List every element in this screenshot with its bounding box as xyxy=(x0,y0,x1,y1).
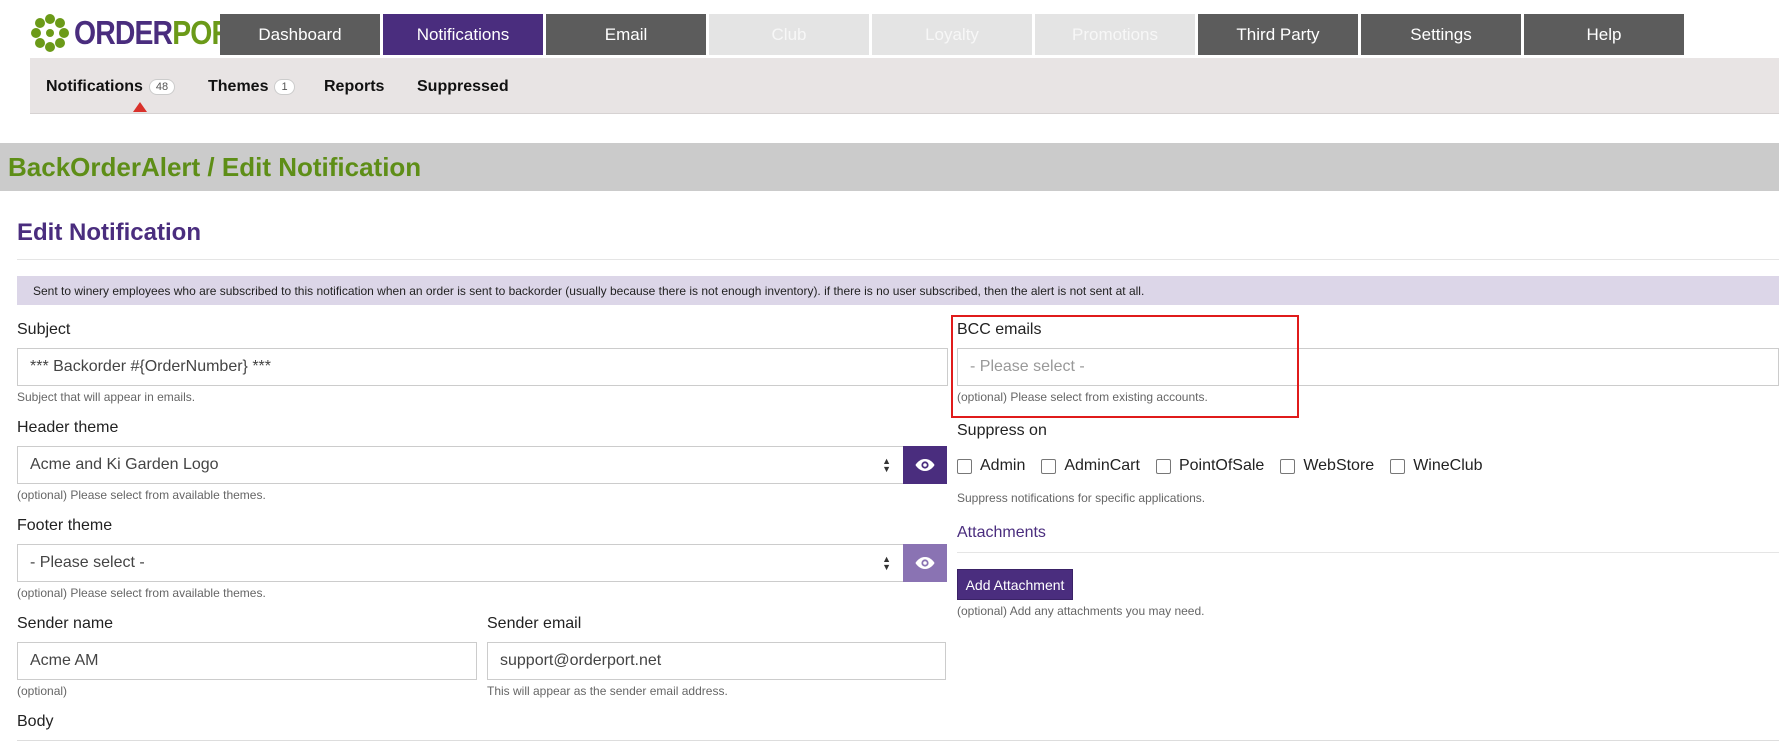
nav-tab-email[interactable]: Email xyxy=(546,14,706,55)
suppress-on-label: Suppress on xyxy=(957,422,1047,439)
nav-tab-notifications[interactable]: Notifications xyxy=(383,14,543,55)
footer-theme-value: - Please select - xyxy=(30,554,145,571)
checkbox-icon[interactable] xyxy=(1041,458,1057,474)
subnav-notifications[interactable]: Notifications 48 xyxy=(46,78,176,96)
subject-help: Subject that will appear in emails. xyxy=(17,390,196,404)
sender-name-input[interactable]: Acme AM xyxy=(17,642,477,680)
suppress-admin-label: Admin xyxy=(980,457,1026,474)
nav-tab-help[interactable]: Help xyxy=(1524,14,1684,55)
subnav-reports-label: Reports xyxy=(324,78,385,95)
header-theme-select[interactable]: Acme and Ki Garden Logo ▲ ▼ xyxy=(17,446,904,484)
section-title: Edit Notification xyxy=(17,219,201,246)
sender-name-help: (optional) xyxy=(17,684,68,698)
page-title-band: BackOrderAlert / Edit Notification xyxy=(0,143,1779,191)
suppress-webstore-label: WebStore xyxy=(1303,457,1375,474)
suppress-on-checkboxes: Admin AdminCart PointOfSale WebStore Win… xyxy=(957,457,1499,475)
active-tab-caret-icon xyxy=(133,102,147,112)
section-divider xyxy=(17,259,1779,260)
nav-tab-settings[interactable]: Settings xyxy=(1361,14,1521,55)
header-theme-preview-button[interactable] xyxy=(903,446,947,484)
subject-label: Subject xyxy=(17,321,71,338)
footer-theme-help: (optional) Please select from available … xyxy=(17,586,266,600)
suppress-admincart-label: AdminCart xyxy=(1064,457,1140,474)
suppress-admincart-checkbox[interactable]: AdminCart xyxy=(1041,457,1140,475)
subnav-themes-label: Themes xyxy=(208,78,269,95)
header-theme-help: (optional) Please select from available … xyxy=(17,488,266,502)
sender-email-input[interactable]: support@orderport.net xyxy=(487,642,946,680)
sender-email-label: Sender email xyxy=(487,615,582,632)
checkbox-icon[interactable] xyxy=(957,458,972,474)
suppress-on-help: Suppress notifications for specific appl… xyxy=(957,491,1206,505)
suppress-wineclub-checkbox[interactable]: WineClub xyxy=(1390,457,1483,475)
suppress-pointofsale-checkbox[interactable]: PointOfSale xyxy=(1155,457,1265,475)
suppress-wineclub-label: WineClub xyxy=(1413,457,1483,474)
checkbox-icon[interactable] xyxy=(1280,458,1296,474)
nav-tab-promotions: Promotions xyxy=(1035,14,1195,55)
sender-name-label: Sender name xyxy=(17,615,114,632)
bcc-highlight-box xyxy=(951,315,1299,418)
select-arrows-icon: ▲ ▼ xyxy=(882,554,891,572)
page-title: BackOrderAlert / Edit Notification xyxy=(8,152,422,182)
subnav-suppressed-label: Suppressed xyxy=(417,78,509,95)
subject-input[interactable]: *** Backorder #{OrderNumber} *** xyxy=(17,348,948,386)
nav-tab-third-party[interactable]: Third Party xyxy=(1198,14,1358,55)
suppress-admin-checkbox[interactable]: Admin xyxy=(957,457,1025,475)
sub-nav: Notifications 48 Themes 1 Reports Suppre… xyxy=(30,58,1779,114)
info-banner: Sent to winery employees who are subscri… xyxy=(17,276,1779,305)
checkbox-icon[interactable] xyxy=(1390,458,1406,474)
footer-theme-label: Footer theme xyxy=(17,517,113,534)
attachments-help: (optional) Add any attachments you may n… xyxy=(957,604,1205,618)
flower-logo-icon xyxy=(31,14,69,52)
suppress-webstore-checkbox[interactable]: WebStore xyxy=(1280,457,1374,475)
notifications-count-badge: 48 xyxy=(148,79,176,95)
attachments-divider xyxy=(957,552,1779,553)
themes-count-badge: 1 xyxy=(274,79,295,95)
body-editor-top-border xyxy=(17,740,1779,741)
footer-theme-preview-button[interactable] xyxy=(903,544,947,582)
attachments-title: Attachments xyxy=(957,524,1046,541)
eye-icon xyxy=(915,557,935,569)
logo-part-order: ORDER xyxy=(74,14,173,51)
nav-tab-dashboard[interactable]: Dashboard xyxy=(220,14,380,55)
footer-theme-select[interactable]: - Please select - ▲ ▼ xyxy=(17,544,904,582)
main-nav: Dashboard Notifications Email Club Loyal… xyxy=(220,14,1687,55)
add-attachment-button[interactable]: Add Attachment xyxy=(957,569,1073,600)
nav-tab-loyalty: Loyalty xyxy=(872,14,1032,55)
nav-tab-club: Club xyxy=(709,14,869,55)
checkbox-icon[interactable] xyxy=(1155,458,1171,474)
eye-icon xyxy=(915,459,935,471)
subnav-reports[interactable]: Reports xyxy=(324,78,384,96)
select-arrows-icon: ▲ ▼ xyxy=(882,456,891,474)
top-bar: ORDERPORT Dashboard Notifications Email … xyxy=(0,0,1779,58)
subnav-suppressed[interactable]: Suppressed xyxy=(417,78,509,96)
subnav-notifications-label: Notifications xyxy=(46,78,143,95)
header-theme-value: Acme and Ki Garden Logo xyxy=(30,456,219,473)
header-theme-label: Header theme xyxy=(17,419,119,436)
suppress-pointofsale-label: PointOfSale xyxy=(1178,457,1265,474)
body-label: Body xyxy=(17,713,54,730)
sender-email-help: This will appear as the sender email add… xyxy=(487,684,728,698)
subnav-themes[interactable]: Themes 1 xyxy=(208,78,295,96)
